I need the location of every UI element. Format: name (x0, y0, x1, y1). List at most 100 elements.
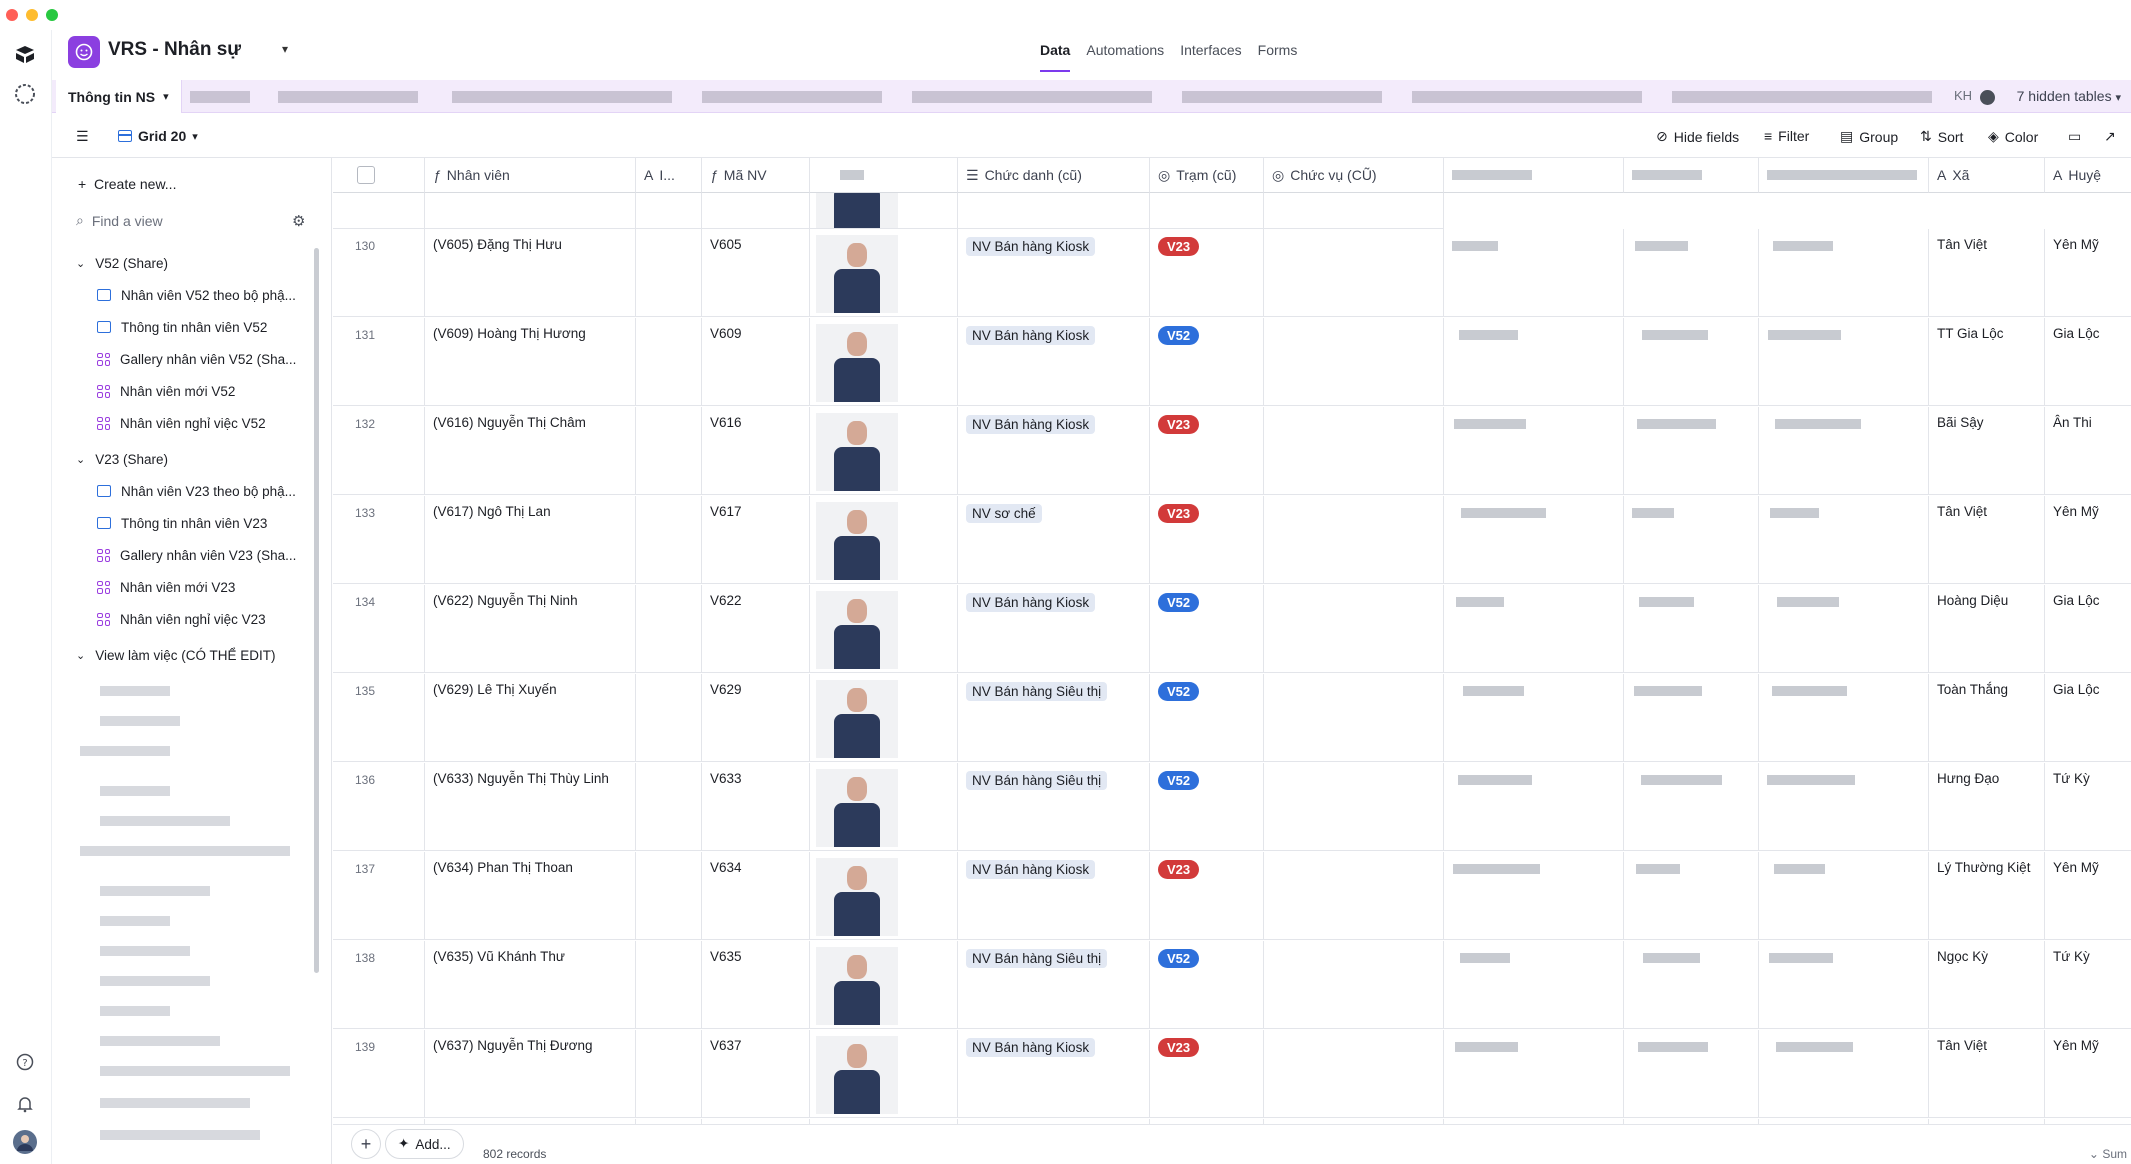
table-cell[interactable] (636, 407, 702, 495)
table-cell[interactable]: V23 (1150, 1030, 1264, 1118)
column-header-ma-nv[interactable]: ƒ Mã NV (702, 158, 810, 193)
tab-automations[interactable]: Automations (1086, 42, 1164, 72)
share-view-icon[interactable]: ↗ (2104, 128, 2116, 145)
table-cell[interactable]: V637 (702, 1030, 810, 1118)
table-cell[interactable]: Yên Mỹ (2045, 1030, 2131, 1118)
table-cell[interactable]: V23 (1150, 496, 1264, 584)
table-cell[interactable]: NV Bán hàng Kiosk (958, 407, 1150, 495)
table-cell[interactable] (1264, 318, 1444, 406)
table-cell[interactable] (1444, 674, 1624, 762)
add-record-button[interactable]: + (351, 1129, 381, 1159)
filter-button[interactable]: ≡ Filter (1764, 128, 1809, 144)
table-cell[interactable]: NV Bán hàng Siêu thị (958, 941, 1150, 1029)
tab-data[interactable]: Data (1040, 42, 1071, 72)
table-cell[interactable] (1759, 229, 1929, 317)
employee-photo-cell[interactable] (810, 763, 958, 851)
table-cell[interactable] (1264, 852, 1444, 940)
table-cell[interactable]: Lý Thường Kiệt (1929, 852, 2045, 940)
table-cell[interactable] (1264, 229, 1444, 317)
sidebar-item-view[interactable]: Gallery nhân viên V52 (Sha... (52, 344, 312, 374)
base-logo-icon[interactable] (68, 36, 100, 68)
employee-photo-cell[interactable] (810, 585, 958, 673)
table-cell[interactable] (1444, 1030, 1624, 1118)
table-cell[interactable] (636, 585, 702, 673)
table-cell[interactable] (1264, 407, 1444, 495)
sidebar-item-view[interactable]: Nhân viên mới V23 (52, 572, 312, 602)
table-cell[interactable] (1264, 1030, 1444, 1118)
table-cell[interactable]: (V622) Nguyễn Thị Ninh (425, 585, 636, 673)
table-cell[interactable]: Tân Việt (1929, 496, 2045, 584)
workspace-icon[interactable] (13, 82, 37, 106)
column-header-chuc-danh[interactable]: ☰ Chức danh (cũ) (958, 158, 1150, 193)
table-cell-photo[interactable] (810, 193, 958, 229)
table-cell[interactable]: 136 (333, 763, 425, 851)
sidebar-item-view[interactable]: Nhân viên mới V52 (52, 376, 312, 406)
table-cell[interactable]: V52 (1150, 763, 1264, 851)
employee-photo-cell[interactable] (810, 674, 958, 762)
table-cell[interactable] (1759, 585, 1929, 673)
table-cell[interactable]: 133 (333, 496, 425, 584)
table-cell[interactable]: Gia Lộc (2045, 318, 2131, 406)
employee-photo-cell[interactable] (810, 407, 958, 495)
add-record-menu[interactable]: ✦ Add... (385, 1129, 464, 1159)
table-cell[interactable]: 135 (333, 674, 425, 762)
help-icon[interactable]: ? (13, 1050, 37, 1074)
table-cell[interactable] (1759, 763, 1929, 851)
hidden-tables-button[interactable]: 7 hidden tables ▾ (2017, 88, 2121, 104)
table-cell[interactable]: NV Bán hàng Siêu thị (958, 674, 1150, 762)
table-cell[interactable]: (V629) Lê Thị Xuyến (425, 674, 636, 762)
table-cell[interactable] (1264, 941, 1444, 1029)
sidebar-section-v23[interactable]: ⌄ V23 (Share) (52, 444, 312, 474)
table-cell[interactable]: TT Gia Lộc (1929, 318, 2045, 406)
table-cell[interactable]: V633 (702, 763, 810, 851)
table-tab-truncated[interactable]: KH (1954, 88, 1972, 103)
table-cell[interactable] (1759, 407, 1929, 495)
table-cell[interactable]: NV Bán hàng Kiosk (958, 229, 1150, 317)
table-cell[interactable]: (V617) Ngô Thị Lan (425, 496, 636, 584)
table-cell[interactable] (636, 1030, 702, 1118)
employee-photo-cell[interactable] (810, 941, 958, 1029)
table-cell[interactable]: Yên Mỹ (2045, 229, 2131, 317)
table-cell[interactable]: V635 (702, 941, 810, 1029)
column-header-redacted[interactable] (1444, 158, 1624, 193)
table-cell[interactable]: V634 (702, 852, 810, 940)
sidebar-item-view[interactable]: Thông tin nhân viên V52 (52, 312, 312, 342)
table-cell[interactable] (1624, 941, 1759, 1029)
table-cell[interactable]: Yên Mỹ (2045, 496, 2131, 584)
table-cell[interactable]: Toàn Thắng (1929, 674, 2045, 762)
column-header-redacted[interactable] (1624, 158, 1759, 193)
sidebar-item-view[interactable]: Thông tin nhân viên V23 (52, 508, 312, 538)
table-cell[interactable]: 131 (333, 318, 425, 406)
sidebar-section-v52[interactable]: ⌄ V52 (Share) (52, 248, 312, 278)
table-cell[interactable] (636, 496, 702, 584)
sidebar-toggle-icon[interactable]: ☰ (76, 128, 89, 145)
column-header-redacted[interactable] (1759, 158, 1929, 193)
table-cell[interactable]: NV Bán hàng Kiosk (958, 852, 1150, 940)
table-cell[interactable] (1444, 585, 1624, 673)
column-header-huyen[interactable]: A Huyệ (2045, 158, 2131, 193)
table-cell[interactable]: (V616) Nguyễn Thị Châm (425, 407, 636, 495)
notifications-icon[interactable] (13, 1092, 37, 1116)
table-cell[interactable] (1444, 407, 1624, 495)
employee-photo-cell[interactable] (810, 229, 958, 317)
chevron-down-icon[interactable]: ▾ (282, 42, 288, 56)
table-cell[interactable] (1624, 496, 1759, 584)
table-cell[interactable]: (V633) Nguyễn Thị Thùy Linh (425, 763, 636, 851)
table-cell[interactable]: V616 (702, 407, 810, 495)
table-cell[interactable] (1759, 852, 1929, 940)
color-button[interactable]: ◈ Color (1988, 128, 2038, 145)
table-cell[interactable]: V617 (702, 496, 810, 584)
view-switcher[interactable]: Grid 20 ▾ (118, 128, 198, 144)
table-cell[interactable]: NV Bán hàng Kiosk (958, 585, 1150, 673)
table-cell[interactable]: Hoàng Diệu (1929, 585, 2045, 673)
table-cell[interactable]: V23 (1150, 407, 1264, 495)
table-cell[interactable]: V23 (1150, 229, 1264, 317)
table-cell[interactable] (1624, 674, 1759, 762)
table-cell[interactable]: (V605) Đặng Thị Hưu (425, 229, 636, 317)
table-cell[interactable]: Tứ Kỳ (2045, 763, 2131, 851)
table-cell[interactable] (1444, 496, 1624, 584)
table-cell[interactable]: 137 (333, 852, 425, 940)
table-cell[interactable]: Tứ Kỳ (2045, 941, 2131, 1029)
column-header-i[interactable]: A I... (636, 158, 702, 193)
table-cell[interactable]: V622 (702, 585, 810, 673)
